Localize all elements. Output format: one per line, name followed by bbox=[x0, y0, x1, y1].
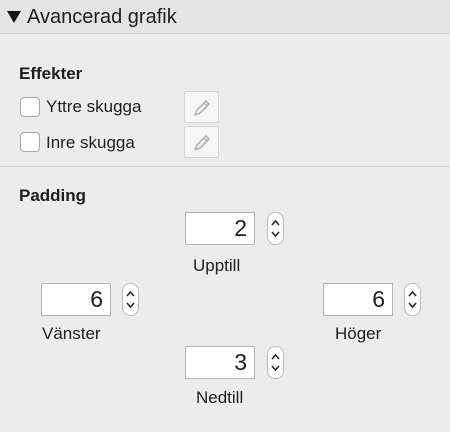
stepper-arrows-icon bbox=[271, 353, 280, 372]
padding-bottom-stepper[interactable] bbox=[267, 346, 284, 379]
padding-right-field[interactable]: 6 bbox=[323, 283, 393, 316]
effects-title: Effekter bbox=[19, 64, 83, 83]
padding-top-field[interactable]: 2 bbox=[185, 212, 255, 245]
padding-left-label: Vänster bbox=[42, 324, 101, 343]
padding-bottom-field[interactable]: 3 bbox=[185, 346, 255, 379]
inner-shadow-checkbox[interactable] bbox=[20, 132, 40, 152]
padding-top-stepper[interactable] bbox=[267, 212, 284, 245]
padding-left-stepper[interactable] bbox=[122, 283, 139, 316]
section-header[interactable]: Avancerad grafik bbox=[0, 0, 450, 34]
padding-right-stepper[interactable] bbox=[404, 283, 421, 316]
section-divider bbox=[0, 166, 450, 167]
pencil-icon bbox=[194, 100, 210, 116]
padding-bottom-label: Nedtill bbox=[196, 388, 244, 407]
pencil-icon bbox=[194, 135, 210, 151]
padding-top-label: Upptill bbox=[193, 256, 241, 275]
padding-left-field[interactable]: 6 bbox=[41, 283, 111, 316]
outer-shadow-label: Yttre skugga bbox=[46, 97, 142, 116]
inner-shadow-edit-button[interactable] bbox=[184, 126, 219, 158]
padding-right-label: Höger bbox=[335, 324, 382, 343]
outer-shadow-edit-button[interactable] bbox=[184, 91, 219, 123]
stepper-arrows-icon bbox=[126, 290, 135, 309]
triangle-down-icon[interactable] bbox=[7, 11, 21, 23]
stepper-arrows-icon bbox=[408, 290, 417, 309]
padding-title: Padding bbox=[19, 186, 87, 205]
stepper-arrows-icon bbox=[271, 219, 280, 238]
inner-shadow-label: Inre skugga bbox=[46, 133, 135, 152]
outer-shadow-checkbox[interactable] bbox=[20, 97, 40, 117]
section-title: Avancerad grafik bbox=[27, 6, 177, 28]
